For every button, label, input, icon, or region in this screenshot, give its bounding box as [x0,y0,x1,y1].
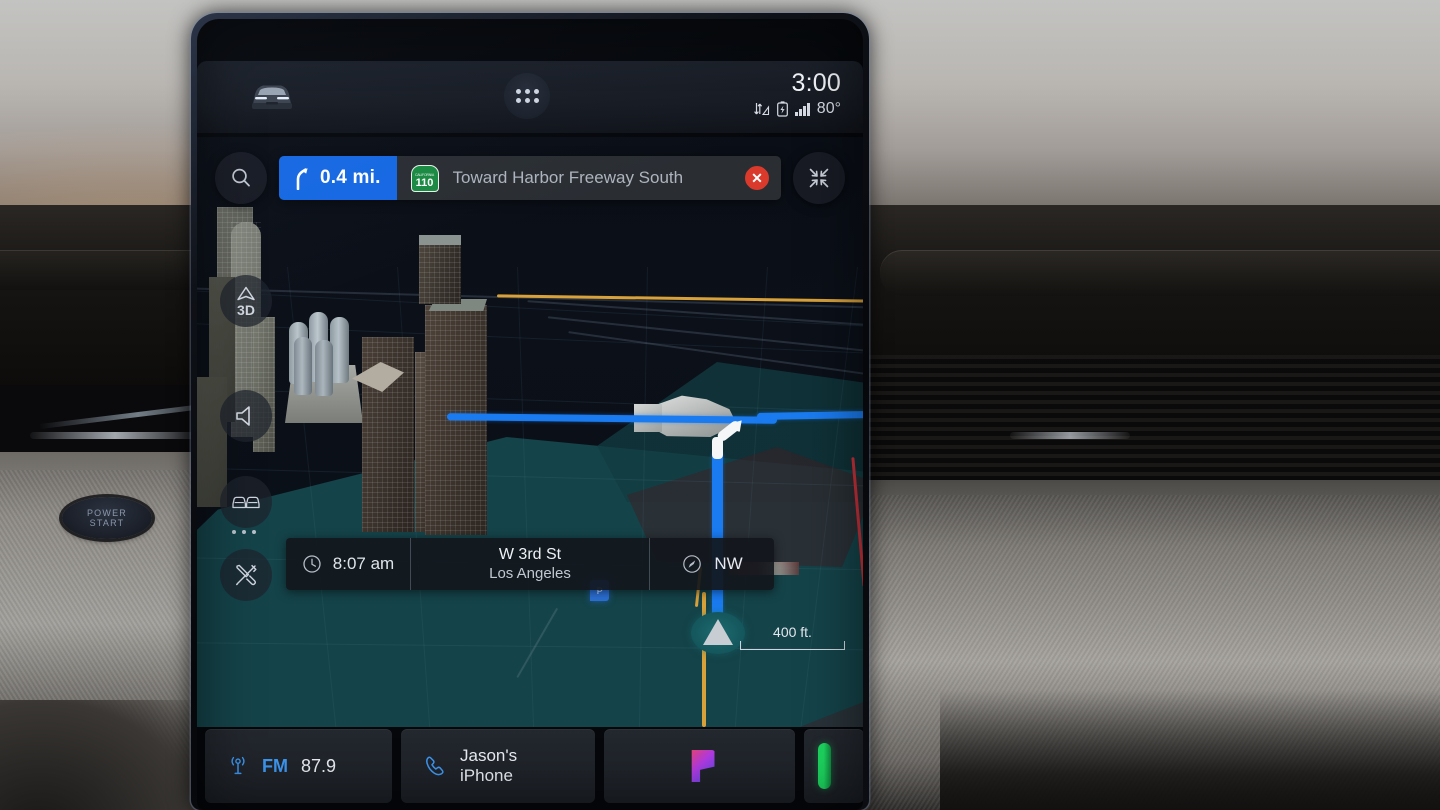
current-street-cell[interactable]: W 3rd St Los Angeles [410,538,650,590]
pandora-app-icon [691,750,715,782]
turn-street-label: Toward Harbor Freeway South [452,168,684,187]
map-traffic-button[interactable] [220,476,272,528]
map-scale-label: 400 ft. [773,624,812,640]
map-building-cylinder [294,337,312,395]
power-button-label-1: POWER [86,508,127,518]
3d-perspective-icon [235,286,257,302]
dock-pandora-card[interactable] [604,729,795,803]
car-front-icon[interactable] [247,78,297,114]
overflow-dot [242,530,246,534]
map-building-roof [419,235,461,245]
grid-dot [533,89,539,94]
compass-icon [681,553,703,575]
eta-cell[interactable]: 8:07 am [286,538,410,590]
status-right-cluster: 3:00 80° [753,69,841,118]
phone-handset-icon [423,754,447,778]
status-icon-row: 80° [753,100,841,118]
turn-instruction-pill[interactable]: 0.4 mi. CALIFORNIA 110 Toward Harbor Fre… [279,156,781,200]
dock-phone-card[interactable]: Jason's iPhone [401,729,595,803]
status-bar: 3:00 80° [197,61,863,133]
radio-broadcast-icon [227,756,249,776]
overflow-dot [232,530,236,534]
infotainment-device-bezel: 3:00 80° P 400 ft. 0.4 mi. CALIFORNIA 11… [191,13,869,810]
data-transfer-icon [753,102,770,117]
map-building [419,242,461,304]
shield-route-number: 110 [415,176,434,189]
app-grid-icon[interactable] [504,73,550,119]
dashboard-shadow-right [940,690,1440,810]
speaker-grille [862,355,1440,495]
trip-info-bar: 8:07 am W 3rd St Los Angeles NW [286,538,774,590]
search-icon[interactable] [215,152,267,204]
trim-chrome-right [1010,432,1130,439]
grid-dot [524,89,530,94]
map-tools-button[interactable] [220,549,272,601]
status-clock: 3:00 [791,69,841,97]
grid-dot [515,89,521,94]
map-mute-button[interactable] [220,390,272,442]
navigation-bar: 0.4 mi. CALIFORNIA 110 Toward Harbor Fre… [197,143,863,213]
dock-spotify-card[interactable] [804,729,863,803]
car-interior-scene: POWER START 3:00 80° P 400 ft. 0.4 mi. C… [0,0,1440,810]
current-city-name: Los Angeles [489,565,571,582]
traffic-overflow-dots[interactable] [232,530,256,534]
power-button-label-2: START [89,518,125,528]
bottom-app-dock: FM 87.9 Jason's iPhone [197,723,863,810]
heading-cell[interactable]: NW [650,538,774,590]
heading-label: NW [714,554,743,573]
speaker-icon [233,404,259,428]
infotainment-screen: 3:00 80° P 400 ft. 0.4 mi. CALIFORNIA 11… [197,19,863,810]
dashboard-shadow-left [0,700,200,810]
collapse-arrows-icon[interactable] [793,152,845,204]
trim-chrome-left [30,432,200,439]
turn-right-fork-icon [291,166,310,190]
battery-charging-icon [777,101,789,117]
map-view-mode-label: 3D [237,301,255,318]
dock-radio-card[interactable]: FM 87.9 [205,729,392,803]
vehicle-position-arrow [691,612,745,654]
radio-band-label: FM [262,755,288,776]
highway-shield-icon: CALIFORNIA 110 [410,164,439,192]
map-building-cylinder [315,340,333,396]
eta-label: 8:07 am [332,554,395,573]
close-route-icon[interactable]: ✕ [745,166,769,190]
traffic-cars-icon [231,492,261,512]
turn-distance-block: 0.4 mi. [279,156,397,200]
tools-wrench-screwdriver-icon [233,562,259,588]
grid-dot [533,98,539,103]
air-vent-right [880,250,1440,296]
grid-dot [524,98,530,103]
current-street-name: W 3rd St [498,546,562,563]
cellular-signal-icon [795,102,810,116]
radio-frequency-label: 87.9 [301,755,337,776]
power-start-button[interactable]: POWER START [62,497,152,539]
navigation-map[interactable]: P 400 ft. [197,137,863,727]
clock-icon [302,554,322,574]
map-building [197,377,227,507]
outside-temperature: 80° [816,100,841,117]
map-view-mode-button[interactable]: 3D [220,275,272,327]
turn-distance-label: 0.4 mi. [320,167,381,188]
spotify-app-icon [818,743,831,789]
overflow-dot [252,530,256,534]
grid-dot [515,98,521,103]
map-scale-bar: 400 ft. [740,624,845,650]
phone-device-label: Jason's iPhone [460,746,518,785]
